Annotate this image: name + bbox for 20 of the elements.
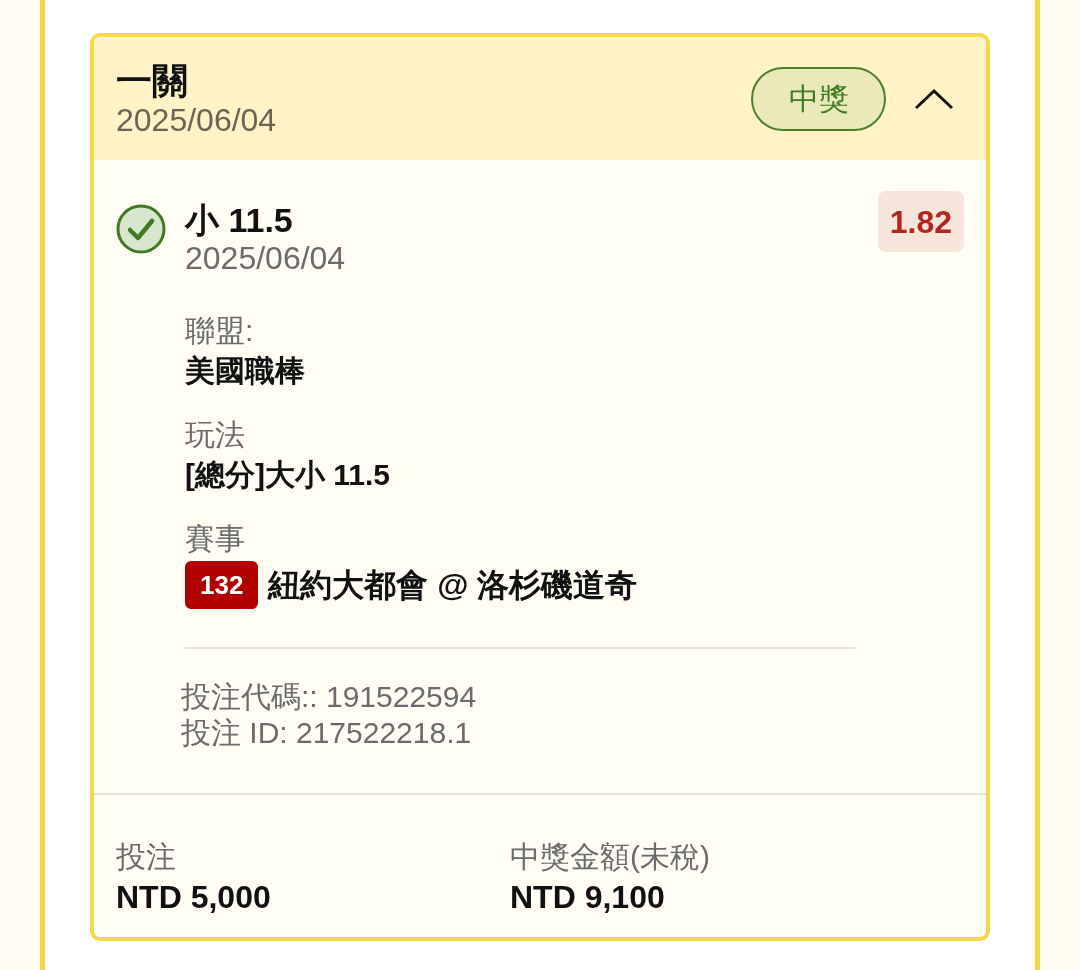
summary-value: NTD 9,100 <box>510 878 666 917</box>
bet-date: 2025/06/04 <box>116 100 277 139</box>
selection-pick: 小 11.5 <box>185 201 294 239</box>
summary-label: 投注 <box>116 839 177 875</box>
bet-type-title: 一關 <box>116 60 189 101</box>
odds-badge: 1.82 <box>877 191 964 252</box>
match-name: 紐約大都會 @ 洛杉磯道奇 <box>268 566 638 605</box>
field-label: 聯盟: <box>185 313 255 349</box>
field-label: 玩法 <box>185 417 246 453</box>
summary-label: 中獎金額(未稅) <box>510 839 711 875</box>
chevron-up-icon[interactable] <box>914 87 954 110</box>
summary-value: NTD 5,000 <box>116 878 272 917</box>
match-number-badge: 132 <box>185 561 259 609</box>
field-value: 美國職棒 <box>185 353 306 389</box>
field-label: 賽事 <box>185 521 246 557</box>
bet-code: 投注代碼:: 191522594 <box>181 679 478 715</box>
bet-code: 投注 ID: 217522218.1 <box>181 715 473 751</box>
field-value: [總分]大小 11.5 <box>185 457 392 493</box>
selection-date: 2025/06/04 <box>185 239 347 277</box>
status-badge: 中獎 <box>751 66 886 131</box>
